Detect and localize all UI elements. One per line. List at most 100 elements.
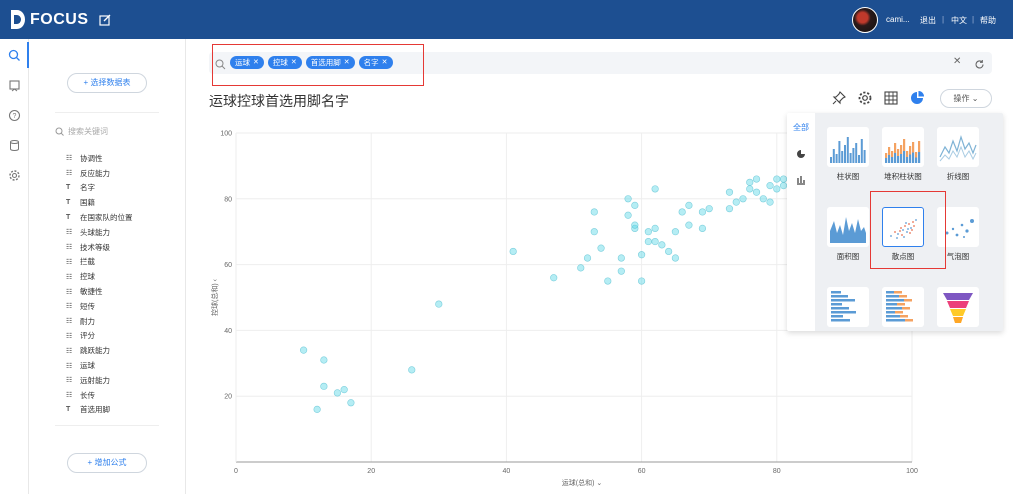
field-item[interactable]: T 在国家队的位置	[66, 210, 176, 225]
field-item[interactable]: ☷ 控球	[66, 269, 176, 284]
edit-icon[interactable]	[98, 13, 112, 27]
refresh-icon[interactable]	[974, 57, 985, 69]
scatter-point	[746, 178, 754, 186]
scatter-point	[583, 254, 592, 262]
scatter-point	[766, 182, 774, 190]
field-label: 跳跃能力	[80, 346, 110, 356]
measure-field-icon: ☷	[66, 258, 73, 266]
logo-icon	[9, 9, 26, 30]
avatar[interactable]	[852, 7, 878, 33]
scatter-point	[617, 254, 625, 262]
scatter-point	[509, 247, 517, 256]
field-label: 短传	[80, 301, 95, 311]
field-item[interactable]: ☷ 评分	[66, 329, 176, 344]
chart-type-option[interactable]	[931, 287, 985, 327]
field-item[interactable]: ☷ 头球能力	[66, 225, 176, 240]
field-item[interactable]: ☷ 跳跃能力	[66, 343, 176, 358]
scatter-point	[624, 195, 632, 203]
pie-chart-icon	[797, 150, 805, 158]
y-axis-label: 控球(总和) ‹	[210, 278, 219, 316]
clear-icon[interactable]: ✕	[953, 56, 961, 67]
tab-bar[interactable]	[787, 169, 815, 191]
chart-type-option[interactable]: 柱状图	[821, 127, 875, 182]
field-item[interactable]: T 国籍	[66, 195, 176, 210]
scatter-point	[671, 228, 680, 236]
field-item[interactable]: ☷ 拦截	[66, 255, 176, 270]
text-field-icon: T	[66, 214, 71, 222]
scatter-point	[752, 175, 761, 183]
scatter-point	[617, 267, 625, 275]
database-icon[interactable]	[8, 139, 21, 152]
field-search-input[interactable]: 搜索关键词	[55, 123, 159, 139]
user-name[interactable]: cami...	[886, 15, 910, 24]
measure-field-icon: ☷	[66, 318, 73, 326]
scatter-point	[590, 208, 598, 216]
chart-type-label: 堆积柱状图	[884, 172, 922, 181]
chart-type-option[interactable]	[876, 287, 930, 327]
field-item[interactable]: ☷ 远射能力	[66, 373, 176, 388]
chart-type-option[interactable]: 折线图	[931, 127, 985, 182]
chart-type-option[interactable]: 面积图	[821, 207, 875, 262]
x-tick-label: 40	[503, 468, 511, 475]
y-tick-label: 20	[224, 394, 232, 401]
field-item[interactable]: ☷ 协调性	[66, 151, 176, 166]
field-panel: + 选择数据表 搜索关键词 ☷ 协调性 ☷ 反应能力 T 名字 T 国籍 T 在国家队的位置 ☷ 头球…	[29, 39, 186, 494]
field-item[interactable]: ☷ 运球	[66, 358, 176, 373]
scatter-point	[644, 228, 652, 236]
field-item[interactable]: ☷ 长传	[66, 388, 176, 403]
field-label: 耐力	[80, 316, 95, 326]
scatter-point	[320, 382, 328, 390]
field-item[interactable]: T 首选用脚	[66, 403, 176, 418]
logo[interactable]: FOCUS	[9, 9, 89, 30]
add-formula-button[interactable]: + 增加公式	[67, 453, 147, 473]
chart-type-label: 面积图	[836, 252, 860, 261]
scatter-point	[651, 224, 659, 233]
field-item[interactable]: T 名字	[66, 181, 176, 196]
settings-icon[interactable]	[857, 90, 873, 106]
scatter-point	[685, 221, 693, 229]
x-tick-label: 0	[234, 468, 238, 475]
field-item[interactable]: ☷ 技术等级	[66, 240, 176, 255]
measure-field-icon: ☷	[66, 362, 73, 370]
help-link[interactable]: 帮助	[980, 15, 996, 26]
field-label: 技术等级	[80, 242, 110, 252]
scatter-point	[333, 389, 341, 397]
field-item[interactable]: ☷ 反应能力	[66, 166, 176, 181]
line-chart-thumb	[937, 127, 979, 167]
pin-icon[interactable]	[831, 90, 847, 106]
tab-pie[interactable]	[787, 143, 815, 165]
pie-chart-icon[interactable]	[909, 90, 925, 106]
logout-link[interactable]: 退出	[920, 15, 936, 26]
scatter-point	[773, 175, 781, 183]
tab-all[interactable]: 全部	[787, 117, 815, 139]
scatter-point	[644, 237, 652, 246]
chart-type-option[interactable]	[821, 287, 875, 327]
top-separator: |	[972, 15, 975, 24]
scatter-point	[604, 277, 612, 285]
language-link[interactable]: 中文	[951, 15, 967, 26]
scatter-point	[597, 244, 605, 252]
field-item[interactable]: ☷ 短传	[66, 299, 176, 314]
field-item[interactable]: ☷ 敏捷性	[66, 284, 176, 299]
scatter-point	[759, 195, 767, 203]
scatter-point	[408, 366, 416, 374]
measure-field-icon: ☷	[66, 244, 73, 252]
search-icon[interactable]	[8, 49, 21, 62]
board-icon[interactable]	[8, 79, 21, 92]
chart-type-option[interactable]: 堆积柱状图	[876, 127, 930, 182]
help-circle-icon[interactable]: ?	[8, 109, 21, 122]
gear-icon[interactable]	[8, 169, 21, 182]
operate-button[interactable]: 操作 ⌄	[940, 89, 992, 108]
field-item[interactable]: ☷ 耐力	[66, 314, 176, 329]
measure-field-icon: ☷	[66, 303, 73, 311]
field-label: 国籍	[80, 198, 95, 208]
scatter-point	[320, 356, 328, 364]
scatter-point	[590, 228, 598, 236]
operate-label: 操作	[953, 94, 970, 103]
select-table-button[interactable]: + 选择数据表	[67, 73, 147, 93]
logo-text: FOCUS	[30, 10, 89, 28]
x-tick-label: 100	[906, 468, 918, 475]
scatter-point	[651, 185, 659, 193]
annotation-highlight-box	[870, 191, 946, 269]
table-icon[interactable]	[883, 90, 899, 106]
